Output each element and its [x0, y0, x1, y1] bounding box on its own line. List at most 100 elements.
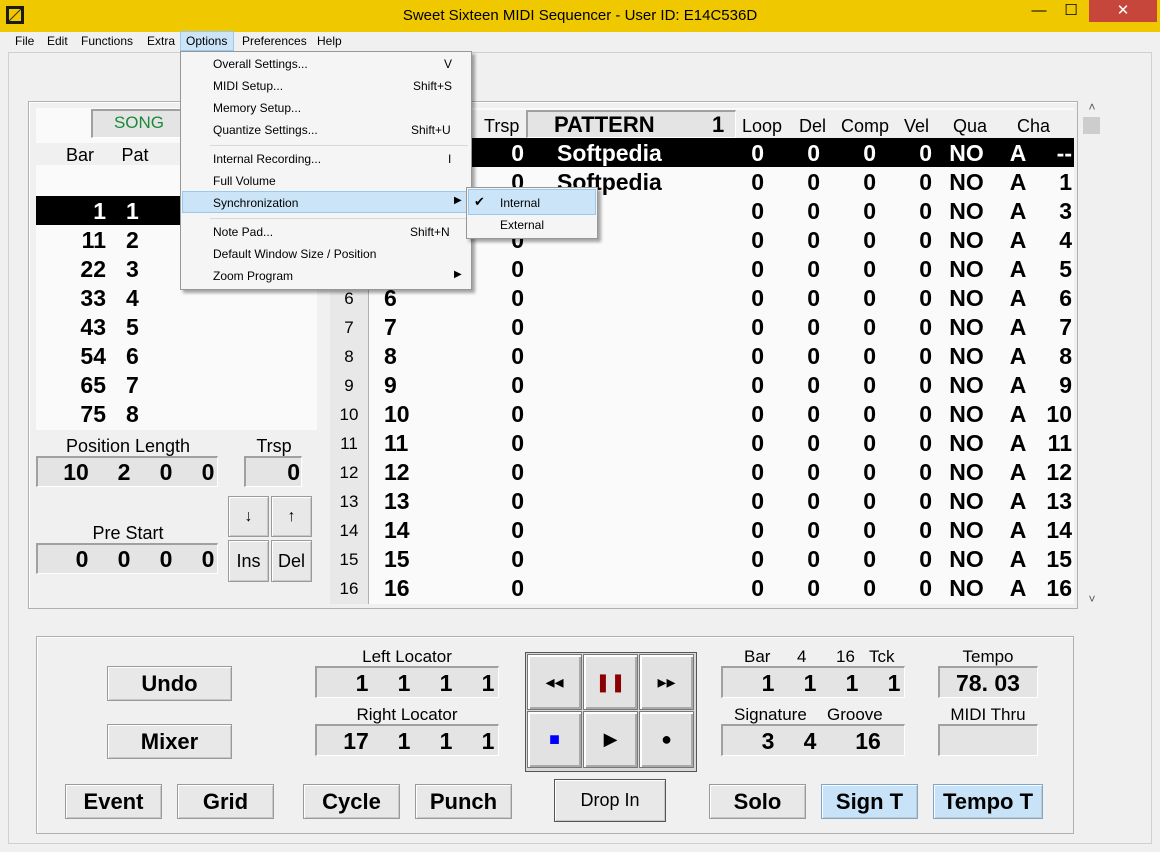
minimize-button[interactable]: —	[1024, 0, 1054, 22]
menu-item-overall-settings[interactable]: Overall Settings...	[213, 57, 308, 71]
menu-edit[interactable]: Edit	[47, 34, 68, 48]
pattern-del: 0	[807, 575, 820, 601]
menu-item-memory-setup[interactable]: Memory Setup...	[213, 101, 301, 115]
maximize-button[interactable]: ☐	[1056, 0, 1086, 22]
undo-button[interactable]: Undo	[107, 666, 232, 701]
pattern-del: 0	[807, 372, 820, 398]
pattern-row[interactable]: 13 0 0 0 0 0 NO A 13	[372, 486, 1074, 515]
menu-item-default-window-size[interactable]: Default Window Size / Position	[213, 247, 376, 261]
punch-button[interactable]: Punch	[415, 784, 512, 819]
song-row[interactable]: 54 6	[36, 341, 316, 370]
signature-value: 4	[803, 728, 817, 754]
menu-item-synchronization[interactable]: Synchronization	[213, 196, 298, 210]
scroll-down-arrow-icon[interactable]: ˅	[1082, 592, 1102, 606]
pattern-trsp: 0	[511, 546, 524, 572]
pattern-cha: 8	[1059, 343, 1072, 369]
pattern-row[interactable]: 10 0 0 0 0 0 NO A 10	[372, 399, 1074, 428]
pattern-comp: 0	[863, 227, 876, 253]
song-row[interactable]: 43 5	[36, 312, 316, 341]
menu-extra[interactable]: Extra	[147, 34, 175, 48]
pattern-row[interactable]: 12 0 0 0 0 0 NO A 12	[372, 457, 1074, 486]
song-row[interactable]: 75 8	[36, 399, 316, 428]
pattern-row[interactable]: 15 0 0 0 0 0 NO A 15	[372, 544, 1074, 573]
pattern-a: A	[1009, 372, 1027, 398]
event-button[interactable]: Event	[65, 784, 162, 819]
midi-thru-display[interactable]	[938, 724, 1038, 756]
left-locator-value: 1	[481, 670, 495, 696]
pattern-vel: 0	[919, 198, 932, 224]
col-loop: Loop	[742, 116, 783, 136]
song-row[interactable]: 65 7	[36, 370, 316, 399]
cycle-button[interactable]: Cycle	[303, 784, 400, 819]
pre-start-value: 0	[75, 546, 89, 572]
song-bar: 65	[80, 372, 106, 398]
move-up-button[interactable]: ↑	[271, 496, 312, 537]
menu-preferences[interactable]: Preferences	[242, 34, 307, 48]
menu-item-full-volume[interactable]: Full Volume	[213, 174, 276, 188]
pattern-comp: 0	[863, 314, 876, 340]
pattern-trsp: 0	[511, 256, 524, 282]
menu-item-internal-recording[interactable]: Internal Recording...	[213, 152, 321, 166]
pattern-loop: 0	[751, 430, 764, 456]
menu-item-midi-setup[interactable]: MIDI Setup...	[213, 79, 283, 93]
ins-button[interactable]: Ins	[228, 540, 269, 582]
pattern-row[interactable]: 11 0 0 0 0 0 NO A 11	[372, 428, 1074, 457]
pattern-a: A	[1009, 198, 1027, 224]
pattern-cha: 10	[1046, 401, 1072, 427]
sign-t-button[interactable]: Sign T	[821, 784, 918, 819]
scrollbar-thumb[interactable]	[1083, 117, 1100, 134]
menu-item-note-pad[interactable]: Note Pad...	[213, 225, 273, 239]
fast-forward-button[interactable]: ▸▸	[639, 654, 694, 710]
pattern-cha: 15	[1046, 546, 1072, 572]
col-qua: Qua	[953, 116, 988, 136]
groove-value: 16	[855, 728, 881, 754]
drop-in-button[interactable]: Drop In	[554, 779, 666, 822]
pattern-qua: NO	[949, 401, 984, 427]
tempo-t-button[interactable]: Tempo T	[933, 784, 1043, 819]
pattern-track: 16	[384, 575, 410, 601]
grid-button[interactable]: Grid	[177, 784, 274, 819]
pattern-comp: 0	[863, 401, 876, 427]
pattern-row[interactable]: 14 0 0 0 0 0 NO A 14	[372, 515, 1074, 544]
row-number: 7	[344, 318, 354, 337]
rewind-button[interactable]: ◂◂	[527, 654, 582, 710]
scroll-up-arrow-icon[interactable]: ˄	[1082, 100, 1102, 114]
del-button[interactable]: Del	[271, 540, 312, 582]
pattern-row[interactable]: 7 0 0 0 0 0 NO A 7	[372, 312, 1074, 341]
pattern-row[interactable]: 0 0 0 0 0 NO A 5	[372, 254, 1074, 283]
song-pat: 8	[126, 401, 139, 427]
pattern-vel: 0	[919, 343, 932, 369]
mixer-button[interactable]: Mixer	[107, 724, 232, 759]
record-button[interactable]: ●	[639, 711, 694, 768]
move-down-button[interactable]: ↓	[228, 496, 269, 537]
vertical-scrollbar[interactable]	[1082, 101, 1102, 607]
pattern-row[interactable]: 9 0 0 0 0 0 NO A 9	[372, 370, 1074, 399]
menu-item-quantize-settings[interactable]: Quantize Settings...	[213, 123, 318, 137]
pattern-a: A	[1009, 227, 1027, 253]
pattern-row[interactable]: 16 0 0 0 0 0 NO A 16	[372, 573, 1074, 602]
pattern-comp: 0	[863, 343, 876, 369]
pattern-loop: 0	[751, 140, 764, 166]
stop-button[interactable]: ■	[527, 711, 582, 768]
menu-file[interactable]: File	[15, 34, 34, 48]
pattern-del: 0	[807, 285, 820, 311]
close-button[interactable]: ✕	[1089, 0, 1157, 22]
submenu-item-external[interactable]: External	[500, 218, 544, 232]
row-number: 10	[339, 405, 359, 424]
pattern-row[interactable]: 0 Softpedia 0 0 0 0 NO A --	[372, 138, 1074, 167]
pattern-qua: NO	[949, 430, 984, 456]
pause-button[interactable]: ❚❚	[583, 654, 638, 710]
pattern-vel: 0	[919, 140, 932, 166]
row-number: 6	[344, 289, 354, 308]
pattern-row[interactable]: 8 0 0 0 0 0 NO A 8	[372, 341, 1074, 370]
play-button[interactable]: ▶	[583, 711, 638, 768]
menu-help[interactable]: Help	[317, 34, 342, 48]
solo-button[interactable]: Solo	[709, 784, 806, 819]
menu-separator	[210, 218, 468, 219]
pattern-del: 0	[807, 546, 820, 572]
pattern-row[interactable]: 6 0 0 0 0 0 NO A 6	[372, 283, 1074, 312]
submenu-item-internal[interactable]: Internal	[500, 196, 540, 210]
menu-item-zoom-program[interactable]: Zoom Program	[213, 269, 293, 283]
menu-functions[interactable]: Functions	[81, 34, 133, 48]
menu-options[interactable]: Options	[186, 34, 227, 48]
